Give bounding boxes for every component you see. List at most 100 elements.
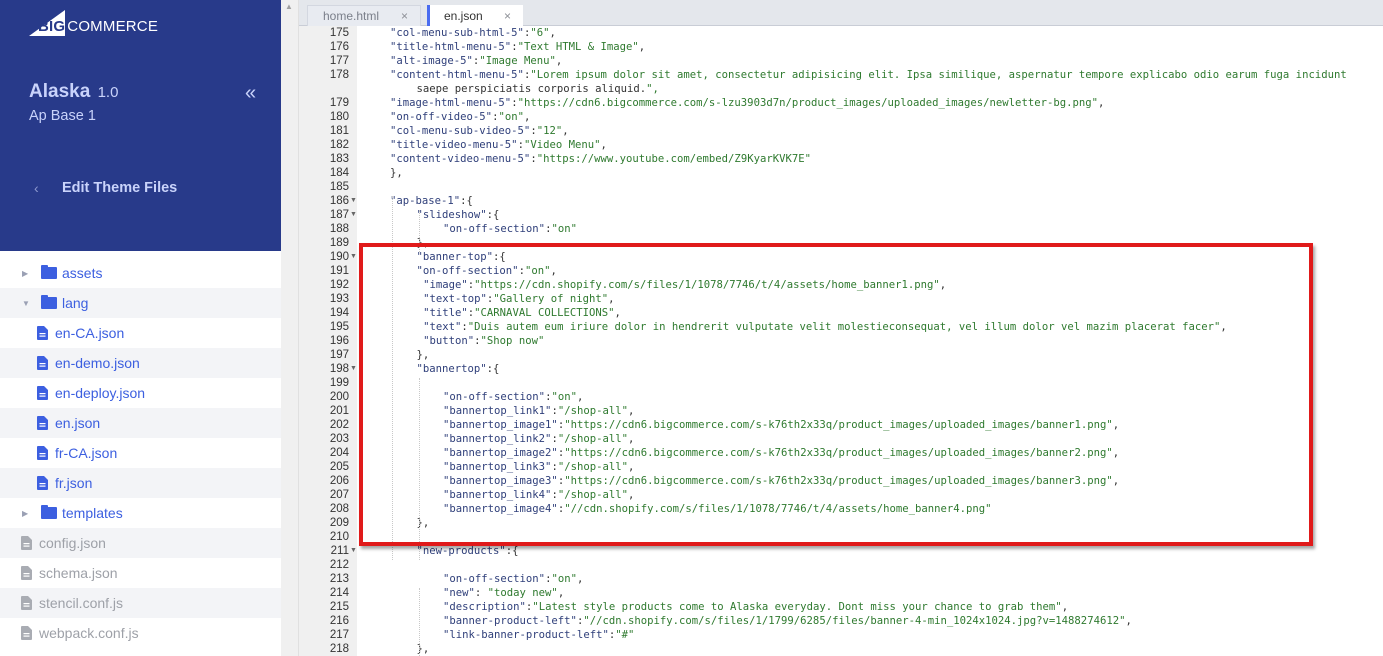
tree-file-fr-ca-json[interactable]: fr-CA.json bbox=[0, 438, 281, 468]
line-number: 201 bbox=[329, 405, 349, 417]
line-number: 205 bbox=[329, 461, 349, 473]
code-line: "on-off-section":"on", bbox=[416, 265, 557, 277]
code-editor[interactable]: "col-menu-sub-html-5":"6", "title-html-me… bbox=[357, 26, 1383, 656]
line-number: 198 bbox=[329, 363, 349, 375]
code-line: "bannertop_link1":"/shop-all", bbox=[443, 405, 635, 417]
fold-toggle-icon[interactable]: ▼ bbox=[350, 362, 357, 376]
line-number: 184 bbox=[329, 167, 349, 179]
fold-toggle-icon[interactable]: ▼ bbox=[350, 194, 357, 208]
code-line: "on-off-section":"on", bbox=[443, 573, 584, 585]
fold-toggle-icon[interactable]: ▼ bbox=[350, 208, 357, 222]
file-icon bbox=[37, 416, 48, 430]
code-line: "bannertop_link4":"/shop-all", bbox=[443, 489, 635, 501]
code-line: "text":"Duis autem eum iriure dolor in h… bbox=[423, 321, 1227, 333]
line-number: 214 bbox=[329, 587, 349, 599]
tree-file-config-json[interactable]: config.json bbox=[0, 528, 281, 558]
tab-en-json[interactable]: en.json × bbox=[427, 5, 523, 27]
line-number: 179 bbox=[329, 97, 349, 109]
line-number: 192 bbox=[329, 279, 349, 291]
code-line: "bannertop_link2":"/shop-all", bbox=[443, 433, 635, 445]
tree-item-label: en.json bbox=[55, 415, 101, 431]
sidebar-scrollbar[interactable]: ▲ bbox=[281, 0, 299, 656]
line-number: 216 bbox=[329, 615, 349, 627]
fold-toggle-icon[interactable]: ▼ bbox=[350, 250, 357, 264]
code-line: "content-video-menu-5":"https://www.yout… bbox=[390, 153, 811, 165]
code-line: }, bbox=[390, 167, 403, 179]
code-line: "on-off-video-5":"on", bbox=[390, 111, 531, 123]
folder-icon bbox=[41, 265, 57, 279]
tree-item-label: webpack.conf.js bbox=[39, 625, 139, 641]
tree-item-label: assets bbox=[62, 265, 103, 281]
code-line: "bannertop":{ bbox=[416, 363, 500, 375]
back-label: Edit Theme Files bbox=[62, 180, 178, 196]
tree-file-fr-json[interactable]: fr.json bbox=[0, 468, 281, 498]
code-line: "button":"Shop now" bbox=[423, 335, 545, 347]
file-icon bbox=[21, 596, 32, 610]
tree-folder-assets[interactable]: ▶ assets bbox=[0, 258, 281, 288]
tree-item-label: config.json bbox=[39, 535, 106, 551]
tree-file-en-json[interactable]: en.json bbox=[0, 408, 281, 438]
tree-folder-templates[interactable]: ▶ templates bbox=[0, 498, 281, 528]
code-line: "col-menu-sub-html-5":"6", bbox=[390, 27, 556, 39]
indent-guide bbox=[392, 196, 393, 560]
line-number: 218 bbox=[329, 643, 349, 655]
code-line: "link-banner-product-left":"#" bbox=[443, 629, 635, 641]
editor-tab-bar: home.html × en.json × bbox=[299, 0, 1383, 27]
line-number: 199 bbox=[329, 377, 349, 389]
line-number: 193 bbox=[329, 293, 349, 305]
line-number: 175 bbox=[329, 27, 349, 39]
tree-file-schema-json[interactable]: schema.json bbox=[0, 558, 281, 588]
line-number: 202 bbox=[329, 419, 349, 431]
line-number: 178 bbox=[329, 69, 349, 81]
line-number: 176 bbox=[329, 41, 349, 53]
code-line: "description":"Latest style products com… bbox=[443, 601, 1069, 613]
sidebar-header: BIG COMMERCE Alaska 1.0 Ap Base 1 « ‹ Edi… bbox=[0, 0, 281, 251]
file-tree: ▶ assets ▼ lang en-CA.json en-demo.json en-dep… bbox=[0, 258, 281, 648]
double-chevron-left-icon: « bbox=[245, 82, 257, 104]
tree-file-en-deploy-json[interactable]: en-deploy.json bbox=[0, 378, 281, 408]
close-icon[interactable]: × bbox=[504, 9, 511, 23]
caret-right-icon[interactable]: ▶ bbox=[22, 509, 30, 518]
fold-toggle-icon[interactable]: ▼ bbox=[350, 544, 357, 558]
line-number: 210 bbox=[329, 531, 349, 543]
code-line: "image-html-menu-5":"https://cdn6.bigcom… bbox=[390, 97, 1105, 109]
line-number: 203 bbox=[329, 433, 349, 445]
caret-down-icon[interactable]: ▼ bbox=[22, 299, 30, 308]
tree-item-label: templates bbox=[62, 505, 123, 521]
close-icon[interactable]: × bbox=[401, 9, 408, 23]
file-icon bbox=[37, 386, 48, 400]
line-number: 177 bbox=[329, 55, 349, 67]
tree-file-webpack-conf-js[interactable]: webpack.conf.js bbox=[0, 618, 281, 648]
line-number: 183 bbox=[329, 153, 349, 165]
tab-label: en.json bbox=[444, 9, 483, 23]
collapse-sidebar-button[interactable]: « bbox=[245, 82, 256, 105]
tab-label: home.html bbox=[323, 9, 380, 23]
line-number: 197 bbox=[329, 349, 349, 361]
line-number: 204 bbox=[329, 447, 349, 459]
caret-right-icon[interactable]: ▶ bbox=[22, 269, 30, 278]
bigcommerce-logo[interactable]: BIG COMMERCE bbox=[29, 10, 158, 36]
file-icon bbox=[37, 476, 48, 490]
code-line: "content-html-menu-5":"Lorem ipsum dolor… bbox=[390, 69, 1347, 81]
tree-item-label: en-deploy.json bbox=[55, 385, 146, 401]
line-number: 215 bbox=[329, 601, 349, 613]
tree-folder-lang[interactable]: ▼ lang bbox=[0, 288, 281, 318]
tree-file-en-demo-json[interactable]: en-demo.json bbox=[0, 348, 281, 378]
file-icon bbox=[21, 566, 32, 580]
code-line: "on-off-section":"on" bbox=[443, 223, 577, 235]
theme-name: Alaska 1.0 bbox=[29, 81, 118, 103]
edit-theme-files-back-link[interactable]: ‹ Edit Theme Files bbox=[34, 180, 177, 196]
line-number: 195 bbox=[329, 321, 349, 333]
tab-home-html[interactable]: home.html × bbox=[307, 5, 421, 26]
tree-file-en-ca-json[interactable]: en-CA.json bbox=[0, 318, 281, 348]
code-line: "banner-product-left":"//cdn.shopify.com… bbox=[443, 615, 1132, 627]
tree-file-stencil-conf-js[interactable]: stencil.conf.js bbox=[0, 588, 281, 618]
line-number: 206 bbox=[329, 475, 349, 487]
line-number: 180 bbox=[329, 111, 349, 123]
tree-item-label: fr.json bbox=[55, 475, 93, 491]
indent-guide bbox=[418, 588, 420, 656]
file-icon bbox=[21, 626, 32, 640]
file-icon bbox=[37, 356, 48, 370]
scroll-up-arrow-icon[interactable]: ▲ bbox=[285, 2, 293, 11]
code-line: "bannertop_image4":"//cdn.shopify.com/s/… bbox=[443, 503, 992, 515]
